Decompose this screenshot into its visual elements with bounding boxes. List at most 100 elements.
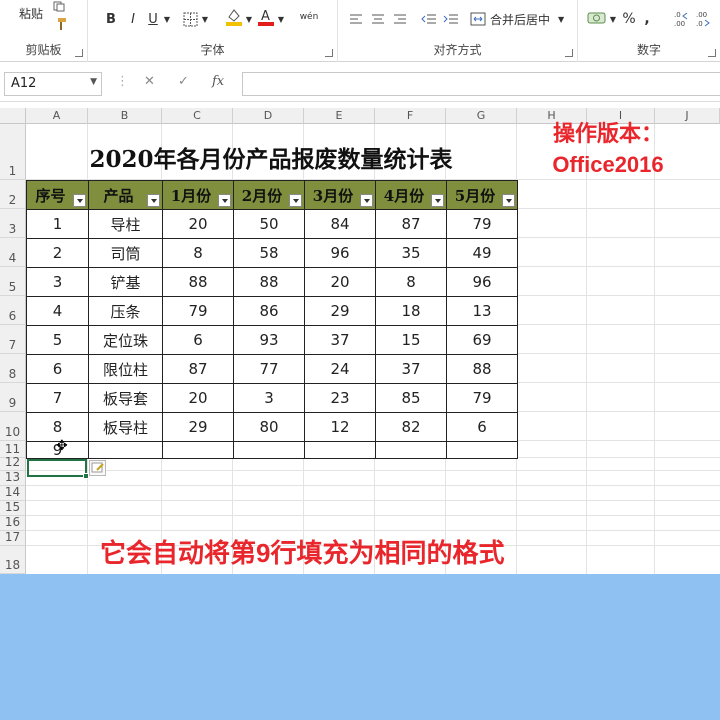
table-cell[interactable]: 79 <box>446 209 518 239</box>
table-cell[interactable] <box>88 441 163 459</box>
table-cell[interactable]: 69 <box>446 325 518 355</box>
table-cell[interactable]: 37 <box>304 325 376 355</box>
filter-dropdown-icon[interactable] <box>502 194 515 207</box>
font-color-dropdown-icon[interactable]: ▼ <box>276 10 286 28</box>
table-cell[interactable]: 87 <box>375 209 447 239</box>
table-cell[interactable]: 6 <box>162 325 234 355</box>
table-cell[interactable]: 23 <box>304 383 376 413</box>
table-cell[interactable] <box>162 441 234 459</box>
table-cell[interactable]: 8 <box>375 267 447 297</box>
filter-dropdown-icon[interactable] <box>218 194 231 207</box>
comma-style-button[interactable]: , <box>640 10 654 28</box>
table-cell[interactable]: 29 <box>304 296 376 326</box>
merge-center-button[interactable]: 合并后居中 ▼ <box>470 8 574 30</box>
row-header-3[interactable]: 3 <box>0 209 26 238</box>
active-cell-a12[interactable] <box>27 459 87 477</box>
column-header-d[interactable]: D <box>233 108 304 124</box>
table-cell[interactable]: 87 <box>162 354 234 384</box>
table-cell[interactable] <box>375 441 447 459</box>
table-cell[interactable]: 6 <box>446 412 518 442</box>
table-cell[interactable]: 84 <box>304 209 376 239</box>
row-header-8[interactable]: 8 <box>0 354 26 383</box>
table-cell[interactable]: 压条 <box>88 296 163 326</box>
table-cell[interactable]: 15 <box>375 325 447 355</box>
cancel-formula-icon[interactable]: ✕ <box>144 74 155 89</box>
underline-dropdown-icon[interactable]: ▼ <box>162 10 172 28</box>
table-cell[interactable] <box>304 441 376 459</box>
alignment-dialog-launcher[interactable] <box>565 49 573 57</box>
table-cell[interactable]: 2 <box>26 238 89 268</box>
table-header-cell[interactable]: 4月份 <box>375 180 447 210</box>
row-header-10[interactable]: 10 <box>0 412 26 441</box>
percent-button[interactable]: % <box>620 10 638 28</box>
table-cell[interactable]: 4 <box>26 296 89 326</box>
row-header-6[interactable]: 6 <box>0 296 26 325</box>
table-cell[interactable]: 18 <box>375 296 447 326</box>
increase-decimal-icon[interactable]: .0.00 <box>672 8 692 30</box>
table-cell[interactable]: 司筒 <box>88 238 163 268</box>
name-box-dropdown-icon[interactable]: ▼ <box>90 77 97 87</box>
number-dialog-launcher[interactable] <box>708 49 716 57</box>
table-cell[interactable]: 24 <box>304 354 376 384</box>
table-header-cell[interactable]: 产品 <box>88 180 163 210</box>
table-header-cell[interactable]: 5月份 <box>446 180 518 210</box>
autofill-options-icon[interactable] <box>89 460 106 476</box>
table-cell[interactable]: 3 <box>26 267 89 297</box>
filter-dropdown-icon[interactable] <box>73 194 86 207</box>
column-header-g[interactable]: G <box>446 108 517 124</box>
row-header-18[interactable]: 18 <box>0 546 26 574</box>
filter-dropdown-icon[interactable] <box>289 194 302 207</box>
table-cell[interactable]: 88 <box>233 267 305 297</box>
align-right-icon[interactable] <box>392 10 408 28</box>
filter-dropdown-icon[interactable] <box>147 194 160 207</box>
table-cell[interactable]: 20 <box>162 209 234 239</box>
select-all-corner[interactable] <box>0 108 26 124</box>
table-cell[interactable]: 35 <box>375 238 447 268</box>
table-cell[interactable]: 93 <box>233 325 305 355</box>
table-title[interactable]: 2020年各月份产品报废数量统计表 <box>26 140 516 174</box>
table-cell[interactable]: 定位珠 <box>88 325 163 355</box>
border-dropdown-icon[interactable]: ▼ <box>200 10 210 28</box>
font-dialog-launcher[interactable] <box>325 49 333 57</box>
row-header-5[interactable]: 5 <box>0 267 26 296</box>
table-cell[interactable]: 7 <box>26 383 89 413</box>
row-header-1[interactable]: 1 <box>0 124 26 180</box>
row-header-15[interactable]: 15 <box>0 500 26 516</box>
row-header-17[interactable]: 17 <box>0 530 26 546</box>
bold-button[interactable]: B <box>102 10 120 28</box>
table-header-cell[interactable]: 3月份 <box>304 180 376 210</box>
table-cell[interactable]: 82 <box>375 412 447 442</box>
underline-button[interactable]: U <box>144 10 162 28</box>
fill-color-dropdown-icon[interactable]: ▼ <box>244 10 254 28</box>
table-header-cell[interactable]: 2月份 <box>233 180 305 210</box>
accounting-format-icon[interactable] <box>586 8 608 28</box>
format-painter-icon[interactable] <box>52 16 68 32</box>
table-cell[interactable]: 96 <box>446 267 518 297</box>
table-header-cell[interactable]: 序号 <box>26 180 89 210</box>
row-header-14[interactable]: 14 <box>0 485 26 501</box>
enter-formula-icon[interactable]: ✓ <box>178 74 189 89</box>
align-center-icon[interactable] <box>370 10 386 28</box>
table-cell[interactable]: 88 <box>446 354 518 384</box>
font-color-icon[interactable]: A <box>256 6 276 28</box>
table-cell[interactable] <box>446 441 518 459</box>
row-header-9[interactable]: 9 <box>0 383 26 412</box>
table-cell[interactable]: 86 <box>233 296 305 326</box>
table-cell[interactable]: 5 <box>26 325 89 355</box>
table-cell[interactable]: 77 <box>233 354 305 384</box>
column-header-e[interactable]: E <box>304 108 375 124</box>
table-cell[interactable]: 6 <box>26 354 89 384</box>
table-cell[interactable]: 限位柱 <box>88 354 163 384</box>
table-cell[interactable]: 导柱 <box>88 209 163 239</box>
table-cell[interactable]: 20 <box>304 267 376 297</box>
table-cell[interactable]: 88 <box>162 267 234 297</box>
clipboard-dialog-launcher[interactable] <box>75 49 83 57</box>
paste-button[interactable]: 粘贴 <box>14 2 48 24</box>
table-cell[interactable]: 85 <box>375 383 447 413</box>
row-header-13[interactable]: 13 <box>0 470 26 486</box>
table-cell[interactable]: 20 <box>162 383 234 413</box>
decrease-indent-icon[interactable] <box>420 10 438 28</box>
table-cell[interactable]: 50 <box>233 209 305 239</box>
table-cell[interactable]: 板导柱 <box>88 412 163 442</box>
table-cell[interactable]: 3 <box>233 383 305 413</box>
